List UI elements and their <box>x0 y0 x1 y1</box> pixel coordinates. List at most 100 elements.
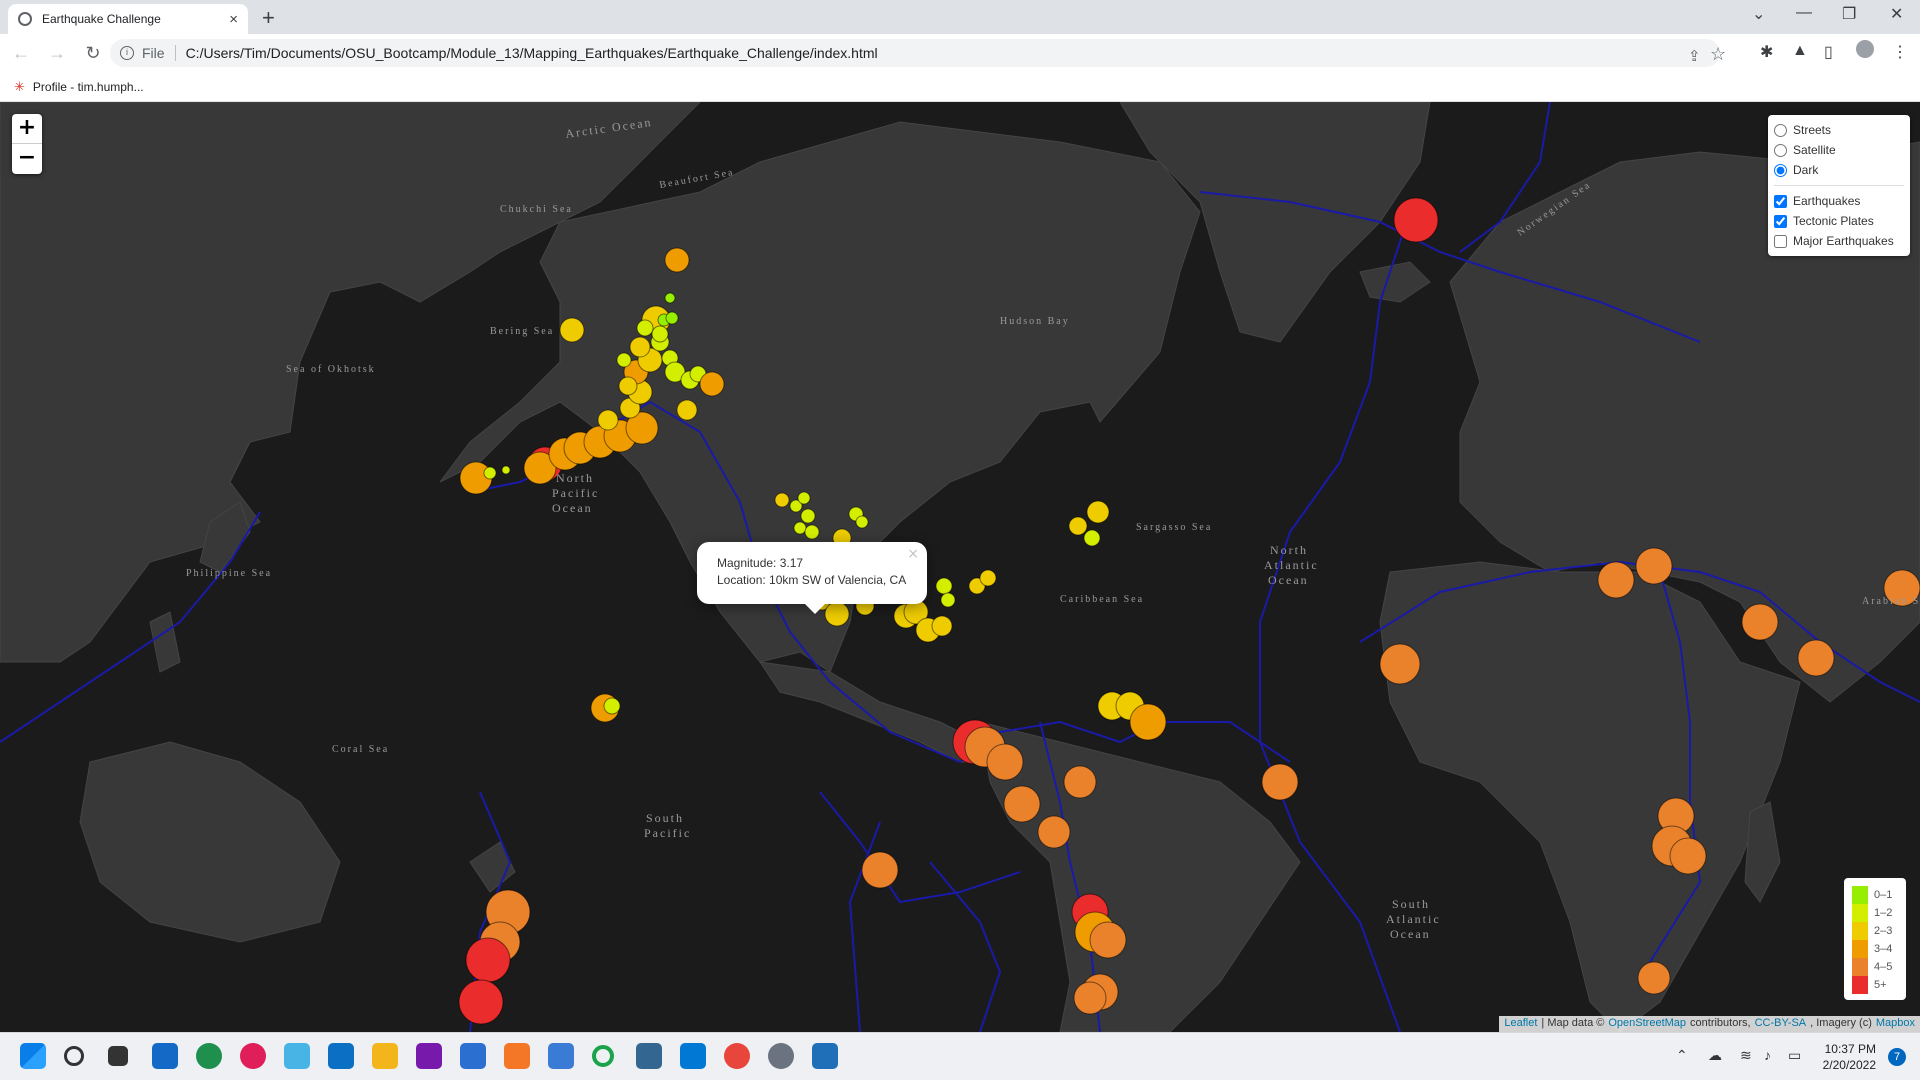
minimize-icon[interactable]: — <box>1796 4 1812 22</box>
earthquake-marker[interactable] <box>774 492 790 508</box>
earthquake-marker[interactable] <box>1741 603 1779 641</box>
back-icon[interactable]: ← <box>6 43 36 64</box>
overlay-tectonic-plates[interactable]: Tectonic Plates <box>1774 211 1904 231</box>
profile-avatar-icon[interactable] <box>1856 40 1874 58</box>
python-icon[interactable] <box>548 1043 574 1069</box>
menu-icon[interactable]: ⋮ <box>1892 42 1908 62</box>
earthquake-marker[interactable] <box>1637 961 1671 995</box>
earthquake-marker[interactable] <box>986 743 1024 781</box>
address-bar[interactable]: i File C:/Users/Tim/Documents/OSU_Bootca… <box>110 39 1726 67</box>
osm-link[interactable]: OpenStreetMap <box>1608 1017 1686 1031</box>
earthquake-marker[interactable] <box>597 409 619 431</box>
extensions-icon[interactable]: ✱ <box>1760 42 1773 62</box>
earthquake-marker[interactable] <box>1597 561 1635 599</box>
jupyter-icon[interactable] <box>504 1043 530 1069</box>
earthquake-marker[interactable] <box>1003 785 1041 823</box>
earthquake-marker[interactable] <box>616 352 632 368</box>
earthquake-marker[interactable] <box>618 376 638 396</box>
photos-icon[interactable] <box>812 1043 838 1069</box>
system-clock[interactable]: 10:37 PM 2/20/2022 <box>1823 1041 1876 1073</box>
satellite-radio[interactable] <box>1774 143 1787 157</box>
earthquake-marker[interactable] <box>1393 197 1439 243</box>
earthquake-marker[interactable] <box>1086 500 1110 524</box>
earthquake-marker[interactable] <box>1669 837 1707 875</box>
bookmark-star-icon[interactable]: ☆ <box>1710 44 1726 65</box>
restore-icon[interactable]: ❐ <box>1842 4 1856 24</box>
notification-badge[interactable]: 7 <box>1888 1048 1906 1066</box>
earthquake-marker[interactable] <box>1063 765 1097 799</box>
tab-earthquake-challenge[interactable]: Earthquake Challenge × <box>8 4 248 34</box>
file-explorer-icon[interactable] <box>372 1043 398 1069</box>
earthquake-marker[interactable] <box>1083 529 1101 547</box>
earthquake-marker[interactable] <box>636 319 654 337</box>
earthquake-marker[interactable] <box>483 466 497 480</box>
earthquake-marker[interactable] <box>855 515 869 529</box>
chevron-up-icon[interactable]: ⌃ <box>1676 1047 1688 1064</box>
overlay-earthquakes[interactable]: Earthquakes <box>1774 191 1904 211</box>
earthquake-marker[interactable] <box>1261 763 1299 801</box>
start-icon[interactable] <box>20 1043 46 1069</box>
earthquake-marker[interactable] <box>603 697 621 715</box>
base-layer-satellite[interactable]: Satellite <box>1774 140 1904 160</box>
earthquake-marker[interactable] <box>824 601 850 627</box>
earthquake-marker[interactable] <box>804 524 820 540</box>
major-earthquakes-checkbox[interactable] <box>1774 234 1787 248</box>
earthquake-marker[interactable] <box>1089 921 1127 959</box>
earthquake-marker[interactable] <box>800 508 816 524</box>
onenote-icon[interactable] <box>416 1043 442 1069</box>
tectonic-plates-checkbox[interactable] <box>1774 214 1787 228</box>
snowflake-icon[interactable] <box>284 1043 310 1069</box>
url-text[interactable]: C:/Users/Tim/Documents/OSU_Bootcamp/Modu… <box>186 45 878 61</box>
base-layer-streets[interactable]: Streets <box>1774 120 1904 140</box>
reload-icon[interactable]: ↻ <box>78 43 108 64</box>
dark-radio[interactable] <box>1774 163 1787 177</box>
earthquake-marker[interactable] <box>465 937 511 983</box>
task-view-icon[interactable] <box>108 1046 128 1066</box>
earthquakes-checkbox[interactable] <box>1774 194 1787 208</box>
earthquake-marker[interactable] <box>501 465 511 475</box>
bookmark-profile[interactable]: Profile - tim.humph... <box>33 80 144 94</box>
earthquake-marker[interactable] <box>665 311 679 325</box>
popup-close-icon[interactable]: × <box>907 546 919 563</box>
earthquake-marker[interactable] <box>458 979 504 1025</box>
forward-icon[interactable]: → <box>42 43 72 64</box>
close-window-icon[interactable]: ✕ <box>1890 4 1903 24</box>
info-icon[interactable]: i <box>120 46 134 60</box>
lab-icon[interactable]: ▲ <box>1792 42 1808 60</box>
earthquake-marker[interactable] <box>1068 516 1088 536</box>
earthquake-marker[interactable] <box>931 615 953 637</box>
earthquake-marker[interactable] <box>699 371 725 397</box>
earthquake-marker[interactable] <box>935 577 953 595</box>
earthquake-marker[interactable] <box>940 592 956 608</box>
earthquake-marker[interactable] <box>1379 643 1421 685</box>
tab-search-icon[interactable]: ⌄ <box>1752 4 1765 24</box>
leaflet-link[interactable]: Leaflet <box>1504 1017 1537 1031</box>
calendar-icon[interactable] <box>460 1043 486 1069</box>
postgres-icon[interactable] <box>636 1043 662 1069</box>
streets-radio[interactable] <box>1774 123 1787 137</box>
earthquake-marker[interactable] <box>1073 981 1107 1015</box>
onedrive-icon[interactable]: ☁ <box>1708 1047 1722 1064</box>
earthquake-marker[interactable] <box>1635 547 1673 585</box>
earthquake-marker[interactable] <box>797 491 811 505</box>
new-tab-button[interactable]: + <box>262 5 275 31</box>
earthquake-marker[interactable] <box>861 851 899 889</box>
earthquake-marker[interactable] <box>1037 815 1071 849</box>
wifi-icon[interactable]: ≋ <box>1740 1047 1752 1064</box>
earthquake-marker[interactable] <box>559 317 585 343</box>
earthquake-marker[interactable] <box>629 336 651 358</box>
search-icon[interactable] <box>64 1046 84 1066</box>
share-icon[interactable]: ⇪ <box>1688 47 1701 65</box>
earthquake-marker[interactable] <box>664 292 676 304</box>
mapbox-link[interactable]: Mapbox <box>1876 1017 1915 1031</box>
slack-icon[interactable] <box>240 1043 266 1069</box>
vscode-icon[interactable] <box>680 1043 706 1069</box>
earthquake-marker[interactable] <box>676 399 698 421</box>
edge-icon[interactable] <box>196 1043 222 1069</box>
close-tab-icon[interactable]: × <box>229 11 238 28</box>
overlay-major-earthquakes[interactable]: Major Earthquakes <box>1774 231 1904 251</box>
chrome-icon[interactable] <box>724 1043 750 1069</box>
license-link[interactable]: CC-BY-SA <box>1755 1017 1807 1031</box>
zoom-in-button[interactable]: + <box>12 114 42 144</box>
leaflet-map[interactable]: Arctic Ocean North Pacific Ocean North Atla… <box>0 102 1920 1032</box>
